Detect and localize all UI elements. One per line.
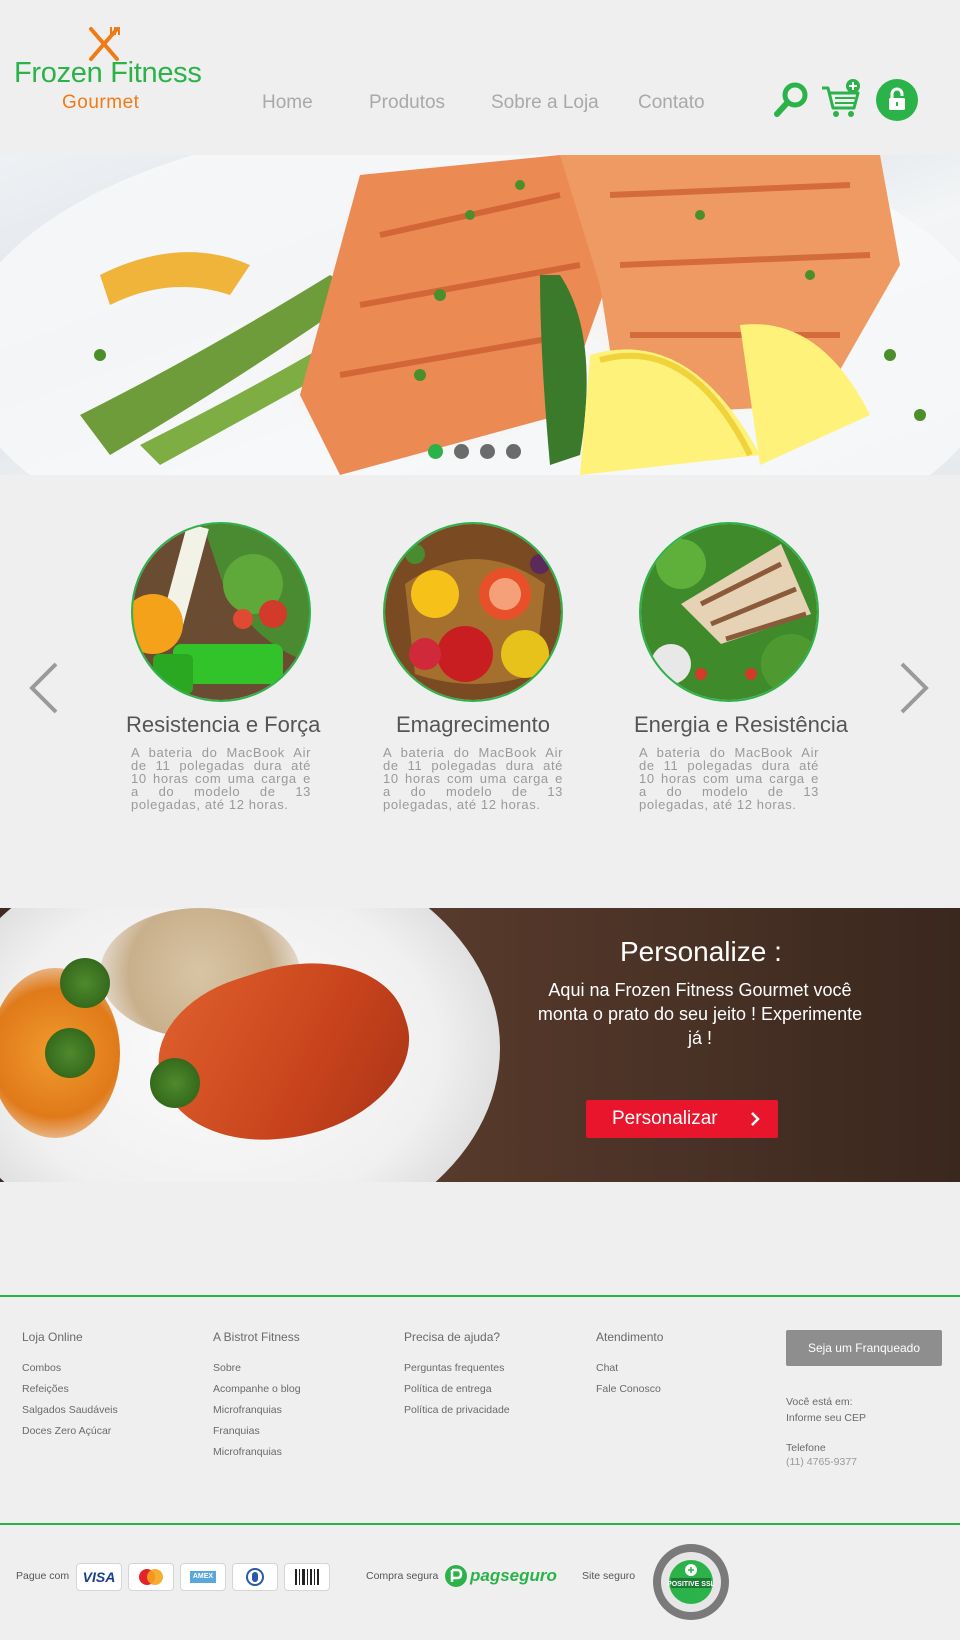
visa-card-icon: VISA [76, 1563, 122, 1591]
feature-image-energia [639, 522, 819, 702]
positive-ssl-seal-icon: POSITIVE SSL [651, 1542, 731, 1622]
feature-title: Resistencia e Força [126, 712, 321, 737]
slider-dot-4[interactable] [506, 444, 521, 459]
footer-bottom-divider [0, 1523, 960, 1525]
footer-link-chat[interactable]: Chat [596, 1362, 663, 1374]
footer-top-divider [0, 1295, 960, 1297]
mastercard-card-icon [128, 1563, 174, 1591]
secure-site-label: Site seguro [582, 1570, 636, 1582]
feature-description: A bateria do MacBook Air de 11 polegadas… [639, 745, 819, 812]
nav-sobre-a-loja[interactable]: Sobre a Loja [491, 92, 599, 114]
footer-link-refeicoes[interactable]: Refeições [22, 1383, 118, 1395]
ssl-label: POSITIVE SSL [667, 1581, 716, 1588]
logo-subtitle: Gourmet [62, 92, 140, 113]
location-label: Você está em: [786, 1396, 853, 1408]
hero-slider [0, 155, 960, 475]
footer-link-privacidade[interactable]: Política de privacidade [404, 1404, 510, 1416]
seja-franqueado-button[interactable]: Seja um Franqueado [786, 1330, 942, 1366]
pay-with-label: Pague com [16, 1570, 70, 1582]
banner-food-broccoli [60, 958, 110, 1008]
search-icon[interactable] [774, 80, 810, 118]
footer-link-combos[interactable]: Combos [22, 1362, 118, 1374]
banner-food-broccoli [150, 1058, 200, 1108]
footer-link-sobre[interactable]: Sobre [213, 1362, 301, 1374]
logo-title: Frozen Fitness [14, 57, 202, 89]
feature-card-energia[interactable]: Energia e Resistência A bateria do MacBo… [634, 522, 849, 812]
feature-title: Emagrecimento [395, 712, 551, 737]
feature-image-emagrecimento [383, 522, 563, 702]
banner-text: Aqui na Frozen Fitness Gourmet você mont… [537, 980, 863, 1048]
pagseguro-logo: pagseguro [444, 1564, 557, 1593]
personalize-banner: Personalize : Aqui na Frozen Fitness Gou… [0, 908, 960, 1182]
footer-link-entrega[interactable]: Política de entrega [404, 1383, 510, 1395]
pagseguro-icon [445, 1565, 467, 1587]
footer-col-title: Loja Online [22, 1330, 83, 1344]
diners-card-icon [232, 1563, 278, 1591]
chevron-right-icon [751, 1112, 760, 1126]
footer-col-ajuda: Precisa de ajuda? Perguntas frequentes P… [404, 1330, 510, 1425]
personalizar-button[interactable]: Personalizar [586, 1100, 778, 1138]
banner-food-broccoli [45, 1028, 95, 1078]
phone-label: Telefone [786, 1442, 826, 1454]
carousel-prev-arrow-icon[interactable] [28, 662, 60, 714]
amex-card-icon: AMEX [180, 1563, 226, 1591]
cart-add-icon[interactable] [820, 78, 862, 120]
slider-dot-2[interactable] [454, 444, 469, 459]
lock-icon[interactable] [876, 79, 918, 121]
site-header: Frozen Fitness Gourmet Home Produtos Sob… [0, 0, 960, 155]
visa-card-label: VISA [82, 1569, 116, 1585]
feature-description: A bateria do MacBook Air de 11 polegadas… [383, 745, 563, 812]
personalizar-button-label: Personalizar [612, 1108, 718, 1129]
feature-card-emagrecimento[interactable]: Emagrecimento A bateria do MacBook Air d… [378, 522, 568, 811]
feature-title: Energia e Resistência [634, 712, 849, 737]
carousel-next-arrow-icon[interactable] [898, 662, 930, 714]
nav-produtos[interactable]: Produtos [369, 92, 445, 114]
footer-col-title: Precisa de ajuda? [404, 1330, 501, 1344]
footer-link-blog[interactable]: Acompanhe o blog [213, 1383, 301, 1395]
amex-card-label: AMEX [190, 1571, 216, 1583]
nav-home[interactable]: Home [262, 92, 313, 114]
boleto-barcode-icon [284, 1563, 330, 1591]
footer-link-doces[interactable]: Doces Zero Açúcar [22, 1425, 118, 1437]
feature-card-resistencia[interactable]: Resistencia e Força A bateria do MacBook… [126, 522, 321, 812]
footer-col-atendimento: Atendimento Chat Fale Conosco [596, 1330, 663, 1404]
footer-link-microfranquias[interactable]: Microfranquias [213, 1404, 301, 1416]
slider-dot-3[interactable] [480, 444, 495, 459]
footer-col-loja-online: Loja Online Combos Refeições Salgados Sa… [22, 1330, 118, 1446]
slider-dot-1[interactable] [428, 444, 443, 459]
banner-title: Personalize : [620, 936, 782, 967]
footer-link-fale-conosco[interactable]: Fale Conosco [596, 1383, 663, 1395]
secure-purchase-label: Compra segura [366, 1570, 439, 1582]
footer-col-title: A Bistrot Fitness [213, 1330, 300, 1344]
footer-link-franquias[interactable]: Franquias [213, 1425, 301, 1437]
feature-image-resistencia [131, 522, 311, 702]
footer-link-salgados[interactable]: Salgados Saudáveis [22, 1404, 118, 1416]
hero-food-image [0, 155, 960, 475]
footer-col-title: Atendimento [596, 1330, 664, 1344]
footer-col-bistrot: A Bistrot Fitness Sobre Acompanhe o blog… [213, 1330, 301, 1467]
footer-link-faq[interactable]: Perguntas frequentes [404, 1362, 510, 1374]
site-logo[interactable]: Frozen Fitness Gourmet [14, 22, 214, 122]
footer-link-microfranquias-2[interactable]: Microfranquias [213, 1446, 301, 1458]
nav-contato[interactable]: Contato [638, 92, 705, 114]
feature-description: A bateria do MacBook Air de 11 polegadas… [131, 745, 311, 812]
phone-value: (11) 4765-9377 [786, 1456, 858, 1468]
location-cep-link[interactable]: Informe seu CEP [786, 1412, 866, 1424]
